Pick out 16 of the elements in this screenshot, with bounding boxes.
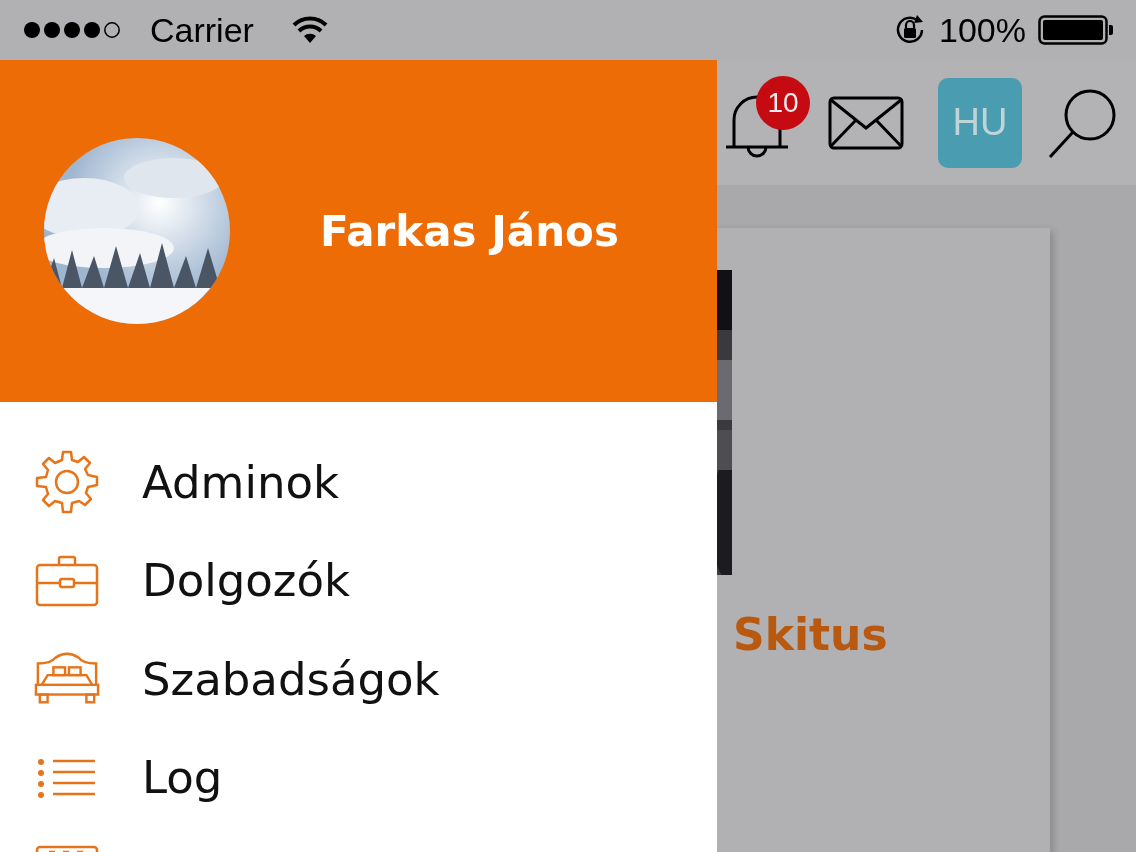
menu-item[interactable]: Log — [0, 728, 717, 827]
card-title: Skitus — [733, 609, 889, 660]
carrier-name: Carrier — [150, 10, 254, 50]
battery-icon — [1038, 15, 1114, 45]
mail-button[interactable] — [828, 95, 904, 150]
notifications-button[interactable]: 10 — [724, 75, 810, 158]
wifi-icon — [291, 16, 328, 44]
menu-item[interactable]: Dolgozók — [0, 531, 717, 630]
menu-item[interactable]: Szabadságok — [0, 630, 717, 729]
menu-item[interactable]: Adminok — [0, 433, 717, 532]
notification-badge: 10 — [756, 75, 810, 130]
briefcase-icon — [34, 554, 100, 607]
gear-icon — [34, 450, 100, 515]
envelope-icon — [828, 95, 904, 150]
user-name: Farkas János — [320, 206, 619, 256]
battery-percentage: 100% — [939, 10, 1026, 50]
